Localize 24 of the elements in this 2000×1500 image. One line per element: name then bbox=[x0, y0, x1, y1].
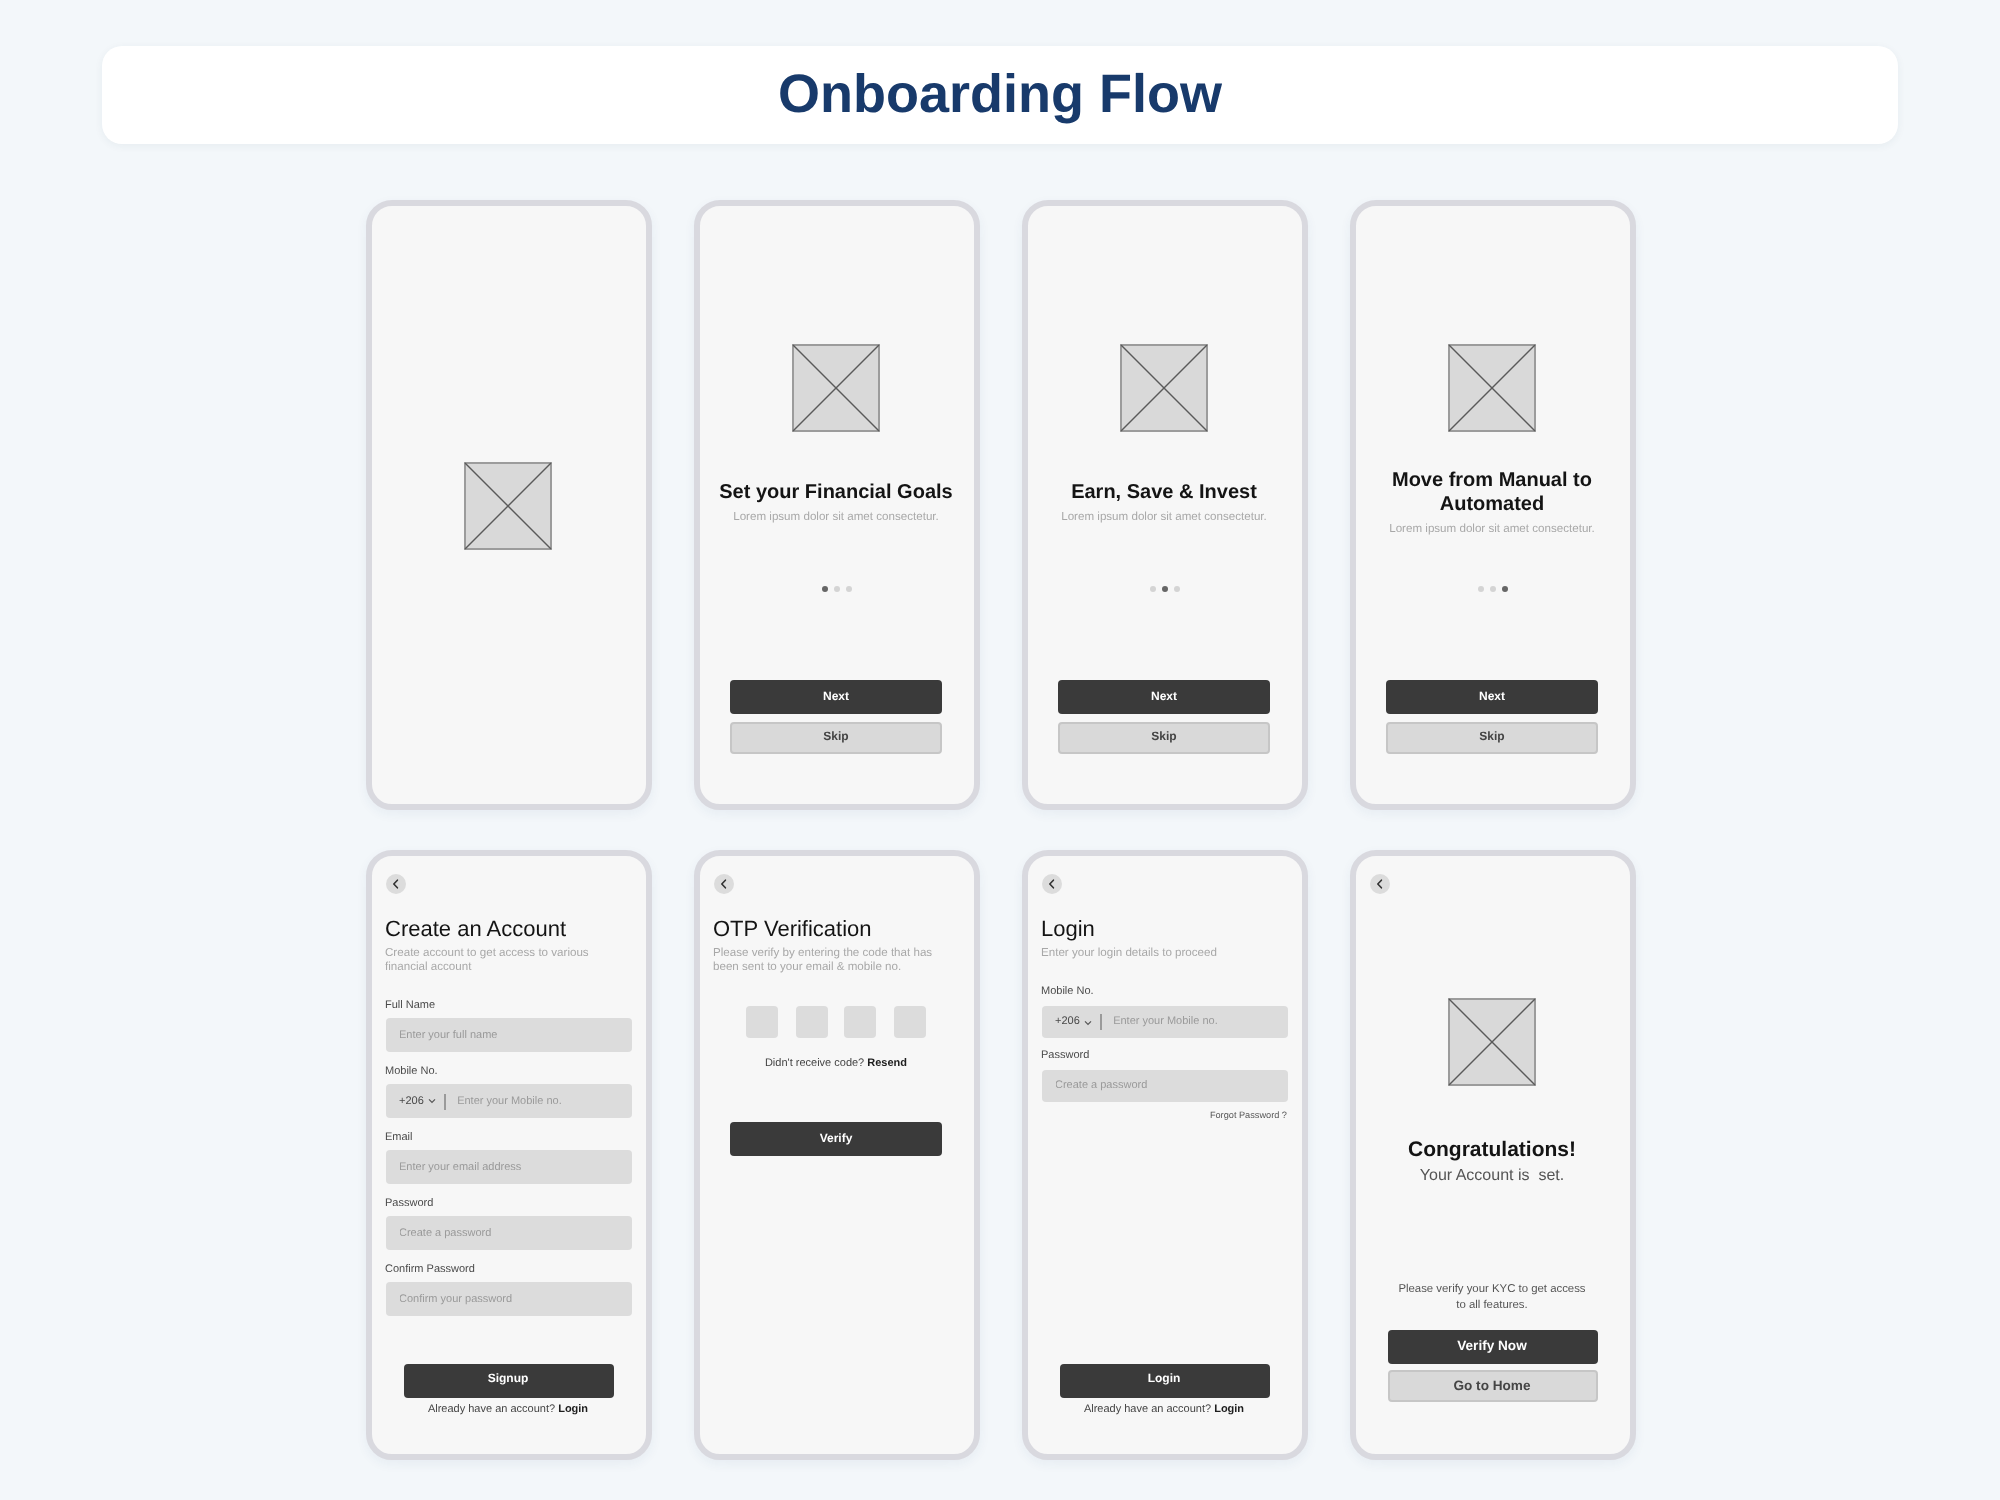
otp-digit-field[interactable] bbox=[746, 1006, 779, 1038]
screen-title: Move from Manual to Automated bbox=[1389, 470, 1594, 518]
image-placeholder bbox=[792, 344, 880, 432]
page-title: Onboarding Flow bbox=[778, 64, 1222, 126]
screen-title: OTP Verification bbox=[713, 917, 874, 943]
back-icon[interactable] bbox=[713, 874, 733, 894]
back-icon[interactable] bbox=[1041, 874, 1061, 894]
screen-title: Set your Financial Goals bbox=[719, 482, 953, 506]
caret-down-icon bbox=[1083, 1019, 1092, 1025]
image-placeholder bbox=[1448, 344, 1536, 432]
screen-title: Create an Account bbox=[385, 917, 569, 943]
otp-digit-field[interactable] bbox=[795, 1006, 828, 1038]
image-placeholder bbox=[464, 461, 552, 549]
screen-title: Earn, Save & Invest bbox=[1071, 482, 1257, 506]
otp-digit-field[interactable] bbox=[844, 1006, 877, 1038]
screen-title: Congratulations! bbox=[1408, 1137, 1576, 1163]
back-icon[interactable] bbox=[1369, 874, 1389, 894]
image-placeholder bbox=[1448, 998, 1536, 1086]
image-placeholder bbox=[1120, 344, 1208, 432]
otp-digit-field[interactable] bbox=[893, 1006, 926, 1038]
screen-title: Login bbox=[1041, 917, 1097, 943]
success-message: Your Account is set. bbox=[1419, 1166, 1565, 1186]
caret-down-icon bbox=[427, 1098, 436, 1104]
back-icon[interactable] bbox=[385, 874, 405, 894]
